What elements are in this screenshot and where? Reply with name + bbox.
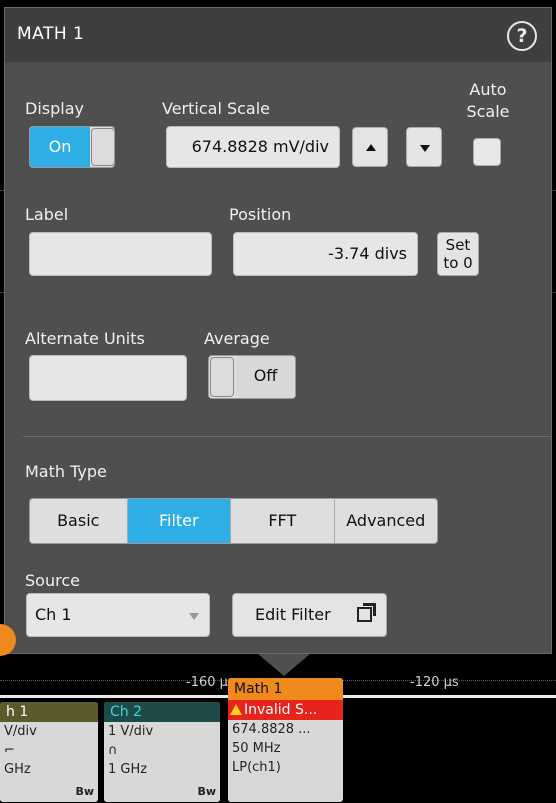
math-1-badge[interactable]: Math 1 Invalid S... 674.8828 ... 50 MHz … <box>228 678 343 802</box>
panel-header: MATH 1 ? <box>5 8 551 62</box>
math-1-expression: LP(ch1) <box>232 760 281 775</box>
set-to-zero-line1: Set <box>445 236 471 254</box>
channel-1-coupling: ⌐ <box>4 743 15 758</box>
display-label: Display <box>25 99 84 118</box>
math-1-scale: 674.8828 ... <box>232 722 311 737</box>
channel-1-bandwidth: GHz <box>4 762 31 777</box>
external-link-icon <box>357 603 376 622</box>
math-1-filter-freq: 50 MHz <box>232 741 281 756</box>
vertical-scale-input[interactable]: 674.8828 mV/div <box>166 126 340 168</box>
bandwidth-limit-icon: Bw <box>197 785 216 798</box>
display-toggle[interactable]: On <box>29 126 115 168</box>
arrow-down-icon <box>420 145 430 152</box>
panel-title: MATH 1 <box>17 24 85 44</box>
vertical-scale-label: Vertical Scale <box>162 99 271 118</box>
alternate-units-label: Alternate Units <box>25 329 145 348</box>
channel-2-badge[interactable]: Ch 2 1 V/div ∩ 1 GHz Bw <box>104 702 220 802</box>
scale-up-button[interactable] <box>352 127 388 167</box>
math-settings-panel: MATH 1 ? Display On Vertical Scale 674.8… <box>4 7 552 654</box>
math-type-selector: Basic Filter FFT Advanced <box>29 498 438 544</box>
channel-1-name: h 1 <box>0 702 98 722</box>
arrow-up-icon <box>366 144 376 151</box>
average-toggle[interactable]: Off <box>208 355 296 399</box>
channel-1-scale: V/div <box>4 724 37 739</box>
math-type-filter[interactable]: Filter <box>127 499 232 543</box>
section-divider <box>23 436 551 437</box>
average-toggle-off: Off <box>236 356 295 398</box>
source-select[interactable]: Ch 1 <box>26 593 210 637</box>
help-icon[interactable]: ? <box>507 21 537 51</box>
display-toggle-on: On <box>30 127 90 167</box>
math-type-advanced[interactable]: Advanced <box>335 499 437 543</box>
math-1-warning: Invalid S... <box>228 700 343 720</box>
math-1-name: Math 1 <box>228 678 343 700</box>
math-type-label: Math Type <box>25 462 107 481</box>
channel-1-badge[interactable]: h 1 V/div ⌐ GHz Bw <box>0 702 98 802</box>
math-1-warning-text: Invalid S... <box>244 702 318 718</box>
source-select-value: Ch 1 <box>35 605 72 624</box>
label-field-label: Label <box>25 205 69 224</box>
probe-icon: ∩ <box>108 743 118 758</box>
toggle-knob <box>210 357 234 397</box>
panel-pointer <box>258 654 310 676</box>
scale-down-button[interactable] <box>406 127 442 167</box>
label-input[interactable] <box>29 232 212 276</box>
average-label: Average <box>204 329 270 348</box>
auto-scale-label-line2: Scale <box>466 102 510 121</box>
source-label: Source <box>25 571 80 590</box>
edit-filter-label: Edit Filter <box>255 605 331 624</box>
warning-icon <box>230 704 242 715</box>
auto-scale-checkbox[interactable] <box>473 138 501 166</box>
channel-2-bandwidth: 1 GHz <box>108 762 148 777</box>
chevron-down-icon <box>189 613 199 620</box>
auto-scale-label-line1: Auto <box>469 80 507 99</box>
channel-2-name: Ch 2 <box>104 702 220 722</box>
position-label: Position <box>229 205 292 224</box>
math-type-fft[interactable]: FFT <box>231 499 335 543</box>
toggle-knob <box>91 128 114 166</box>
channel-2-scale: 1 V/div <box>108 724 154 739</box>
set-to-zero-line2: to 0 <box>443 254 473 272</box>
time-label-right: -120 µs <box>410 675 459 690</box>
set-to-zero-button[interactable]: Set to 0 <box>437 232 479 276</box>
math-type-basic[interactable]: Basic <box>30 499 128 543</box>
edit-filter-button[interactable]: Edit Filter <box>232 593 387 637</box>
alternate-units-input[interactable] <box>29 355 187 401</box>
bandwidth-limit-icon: Bw <box>75 785 94 798</box>
time-label-left: -160 µ <box>186 675 228 690</box>
position-input[interactable]: -3.74 divs <box>233 232 418 276</box>
